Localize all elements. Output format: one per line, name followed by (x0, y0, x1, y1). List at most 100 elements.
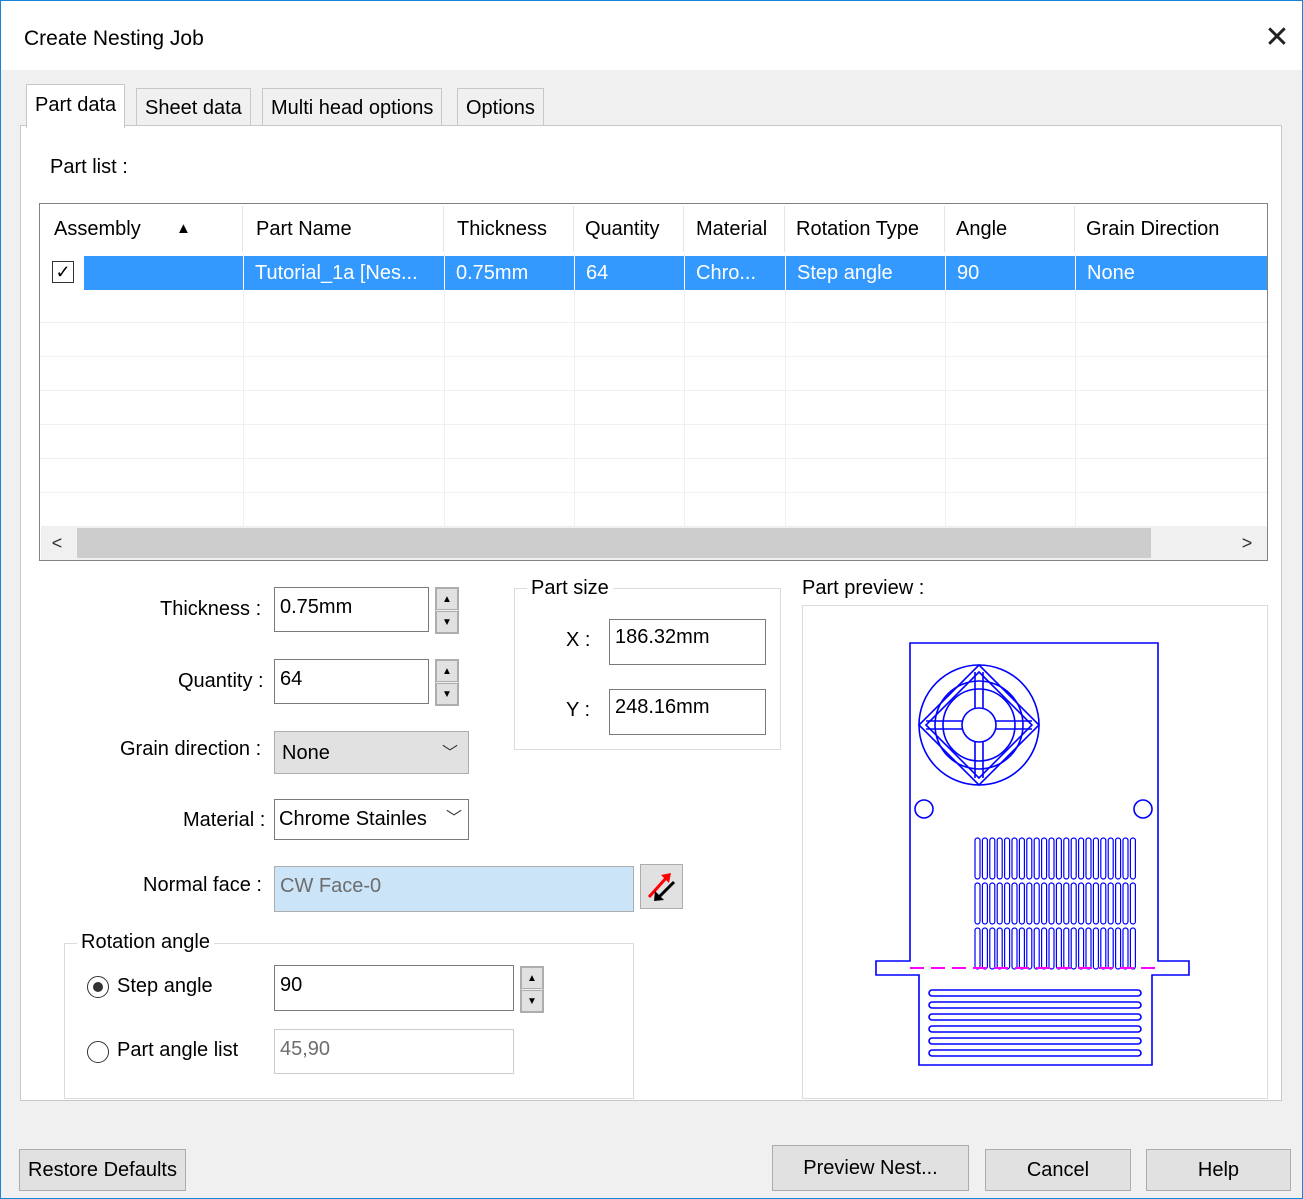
vent-slot (996, 882, 1003, 925)
grain-direction-label: Grain direction : (120, 738, 262, 760)
part-size-y-field[interactable]: 248.16mm (609, 689, 766, 735)
part-angle-list-radio[interactable] (87, 1041, 109, 1063)
spin-up-icon[interactable]: ▲ (521, 967, 543, 989)
help-button[interactable]: Help (1146, 1149, 1291, 1191)
vent-slot (1107, 927, 1114, 970)
part-angle-list-label[interactable]: Part angle list (117, 1039, 238, 1062)
cell-angle: 90 (957, 262, 980, 284)
grid-line (1075, 254, 1076, 527)
vent-slot (989, 837, 996, 880)
vent-slot (1033, 927, 1040, 970)
radio-selected-dot (93, 982, 103, 992)
grain-direction-value: None (282, 742, 330, 764)
vent-slot (1041, 882, 1048, 925)
column-header-thickness[interactable]: Thickness (443, 204, 573, 254)
grid-line (40, 458, 1267, 459)
step-angle-radio[interactable] (87, 976, 109, 998)
column-header-rotation-type[interactable]: Rotation Type (782, 204, 944, 254)
vent-slot (1078, 927, 1085, 970)
column-header-part-name[interactable]: Part Name (242, 204, 443, 254)
thickness-input[interactable]: 0.75mm (274, 587, 429, 632)
step-angle-input[interactable]: 90 (274, 965, 514, 1011)
scroll-left-icon[interactable]: < (47, 530, 67, 556)
vent-slot (1055, 927, 1062, 970)
vent-slot (1011, 927, 1018, 970)
part-size-title: Part size (527, 577, 613, 600)
vent-slot (1129, 882, 1136, 925)
column-header-material[interactable]: Material (682, 204, 783, 254)
vent-slot (996, 927, 1003, 970)
vent-slot (1100, 927, 1107, 970)
quantity-spinner[interactable]: ▲ ▼ (435, 659, 459, 706)
tab-part-data[interactable]: Part data (26, 84, 126, 128)
spin-down-icon[interactable]: ▼ (436, 611, 458, 633)
cell-part-name: Tutorial_1a [Nes... (255, 262, 418, 284)
vent-slot (1063, 882, 1070, 925)
scroll-right-icon[interactable]: > (1237, 530, 1257, 556)
thickness-spinner[interactable]: ▲ ▼ (435, 587, 459, 634)
flip-face-button[interactable] (640, 864, 683, 909)
vent-slot (1115, 882, 1122, 925)
cancel-button[interactable]: Cancel (985, 1149, 1131, 1191)
quantity-input[interactable]: 64 (274, 659, 429, 704)
tab-panel: Part list : Assembly ▲ Part Name Thickne… (20, 125, 1282, 1101)
tab-multi-head-options[interactable]: Multi head options (262, 88, 443, 126)
vent-slot (1018, 837, 1025, 880)
flip-normal-icon (647, 873, 676, 901)
vent-slot (1041, 837, 1048, 880)
part-size-x-field[interactable]: 186.32mm (609, 619, 766, 665)
spin-down-icon[interactable]: ▼ (436, 683, 458, 705)
cell-grain-direction: None (1087, 262, 1135, 284)
part-list-table[interactable]: Assembly ▲ Part Name Thickness Quantity … (39, 203, 1268, 561)
table-row[interactable]: ✓ Tutorial_1a [Nes... 0.75mm 64 Chro... … (40, 256, 1267, 290)
vent-slot (1085, 837, 1092, 880)
vent-slot (989, 882, 996, 925)
horizontal-scrollbar[interactable]: < > (41, 526, 1267, 560)
vent-slot (996, 837, 1003, 880)
vent-slot (1092, 837, 1099, 880)
column-header-angle[interactable]: Angle (942, 204, 1073, 254)
tab-sheet-data[interactable]: Sheet data (136, 88, 251, 126)
vent-slot (1129, 927, 1136, 970)
spin-up-icon[interactable]: ▲ (436, 588, 458, 610)
vent-slot (974, 927, 981, 970)
sort-ascending-icon: ▲ (176, 220, 191, 237)
vent-slot (1129, 837, 1136, 880)
grid-line (40, 356, 1267, 357)
part-size-x-label: X : (566, 629, 591, 651)
step-angle-label[interactable]: Step angle (117, 975, 213, 998)
vent-slot (974, 837, 981, 880)
scrollbar-thumb[interactable] (77, 528, 1151, 558)
assembly-checkbox[interactable]: ✓ (52, 261, 74, 283)
normal-face-field[interactable]: CW Face-0 (274, 866, 634, 912)
column-header-grain-direction[interactable]: Grain Direction (1072, 204, 1267, 254)
vent-slot (1115, 837, 1122, 880)
vent-slot (1041, 927, 1048, 970)
grid-line (684, 254, 685, 527)
tab-options[interactable]: Options (457, 88, 544, 126)
material-dropdown[interactable]: Chrome Stainles ﹀ (274, 799, 469, 840)
vent-slot (1026, 837, 1033, 880)
cell-quantity: 64 (586, 262, 609, 284)
grid-line (945, 254, 946, 527)
restore-defaults-button[interactable]: Restore Defaults (19, 1149, 186, 1191)
quantity-label: Quantity : (178, 670, 264, 692)
column-header-assembly[interactable]: Assembly ▲ (40, 204, 242, 254)
step-angle-spinner[interactable]: ▲ ▼ (520, 966, 544, 1013)
part-preview-label: Part preview : (802, 577, 925, 599)
preview-nest-button[interactable]: Preview Nest... (772, 1145, 969, 1191)
vent-slot (1070, 882, 1077, 925)
spin-up-icon[interactable]: ▲ (436, 660, 458, 682)
vent-slot (974, 882, 981, 925)
spin-down-icon[interactable]: ▼ (521, 990, 543, 1012)
column-header-quantity[interactable]: Quantity (571, 204, 683, 254)
chevron-down-icon: ﹀ (445, 800, 462, 838)
vent-slot (1033, 882, 1040, 925)
vent-slot (981, 837, 988, 880)
close-icon[interactable]: ✕ (1262, 18, 1292, 58)
cell-thickness: 0.75mm (456, 262, 529, 284)
grain-direction-dropdown[interactable]: None ﹀ (274, 731, 469, 774)
part-drawing (875, 642, 1190, 1066)
vent-slot (1004, 927, 1011, 970)
part-angle-list-input[interactable]: 45,90 (274, 1029, 514, 1074)
